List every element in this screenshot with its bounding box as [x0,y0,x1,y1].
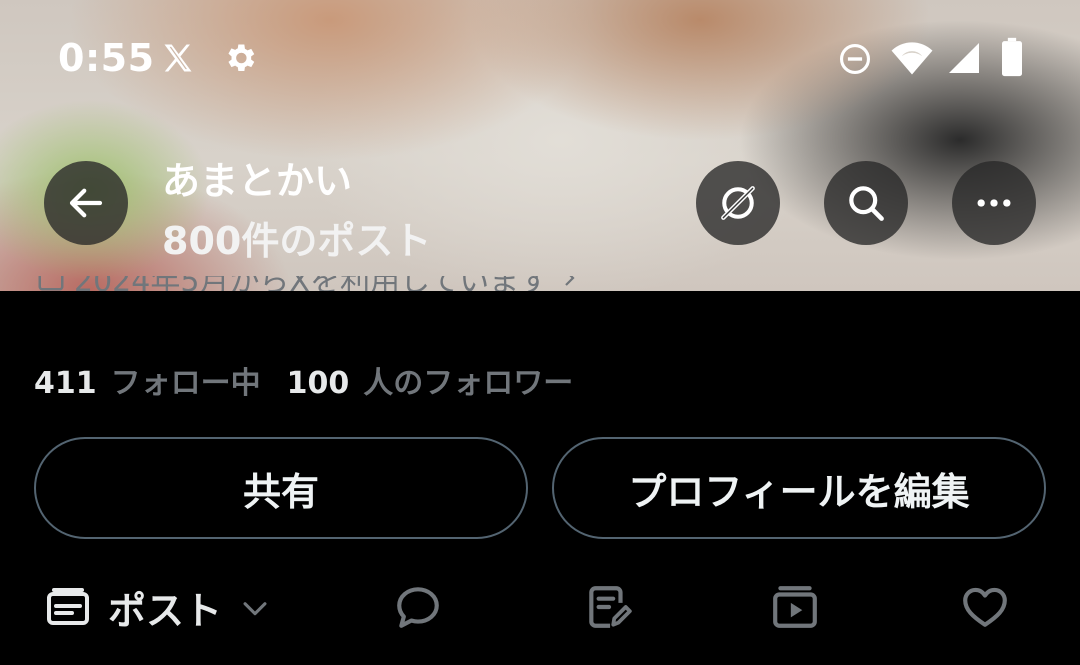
back-arrow-icon [69,188,103,218]
grok-icon [721,186,755,220]
profile-name: あまとかい [162,159,353,203]
chevron-down-icon[interactable] [238,591,272,625]
reply-icon[interactable] [393,582,443,632]
more-options-button[interactable] [952,161,1036,245]
do-not-disturb-icon [839,43,871,75]
tab-posts[interactable]: ポスト [44,580,272,635]
grok-button[interactable] [696,161,780,245]
more-icon [977,199,1011,207]
following-count: 411 [34,366,97,401]
chevron-right-icon [565,276,575,286]
x-logo-icon [164,44,192,72]
tab-posts-label: ポスト [108,589,223,633]
edit-profile-button[interactable]: プロフィールを編集 [552,437,1046,539]
status-time: 0:55 [58,36,155,80]
heart-icon[interactable] [960,582,1010,632]
joined-date-row: 2024年5月からXを利用しています [36,276,736,291]
battery-icon [1002,37,1022,77]
followers-count: 100 [286,366,350,401]
search-icon [849,186,884,221]
followers-label: 人のフォロワー [363,366,574,401]
following-label: フォロー中 [110,366,261,401]
share-button[interactable]: 共有 [34,437,528,539]
post-count: 800件のポスト [162,219,432,263]
media-icon[interactable] [770,582,820,632]
following-link[interactable]: 411 フォロー中 [34,358,261,402]
joined-date-text: 2024年5月からXを利用しています [74,276,549,291]
cellular-signal-icon [949,43,979,73]
article-icon[interactable] [583,582,633,632]
wifi-icon [891,42,933,75]
follow-stats: 411 フォロー中 100 人のフォロワー [34,358,573,402]
followers-link[interactable]: 100 人のフォロワー [287,358,574,402]
calendar-icon [38,276,64,291]
timeline-icon [47,587,89,625]
search-button[interactable] [824,161,908,245]
back-button[interactable] [44,161,128,245]
gear-icon [228,44,255,72]
